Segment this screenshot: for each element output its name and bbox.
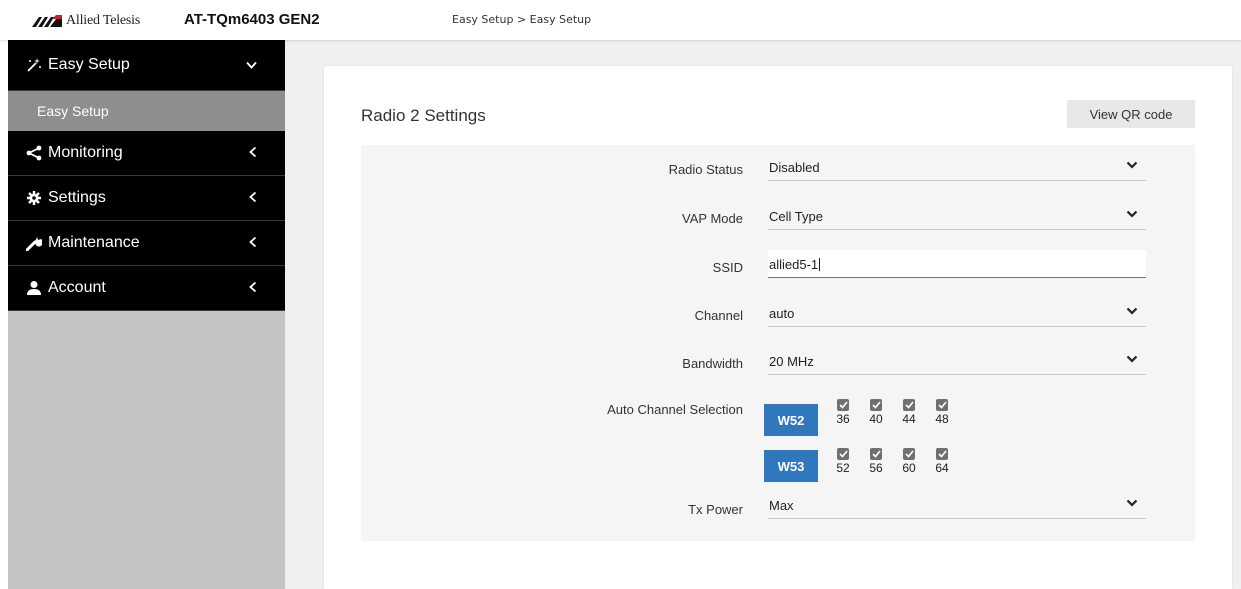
sidebar-item-label: Easy Setup — [48, 56, 130, 73]
channel-60-checkbox[interactable]: 60 — [899, 448, 919, 475]
channel-number: 52 — [836, 461, 850, 475]
radio-settings-card: Radio 2 Settings View QR code Radio Stat… — [324, 66, 1232, 589]
brand-logo: Allied Telesis — [32, 13, 140, 29]
radio-status-value: Disabled — [769, 160, 820, 175]
channel-number: 48 — [935, 412, 949, 426]
vap-mode-select[interactable]: Cell Type — [768, 202, 1146, 230]
channel-36-checkbox[interactable]: 36 — [833, 399, 853, 426]
checkbox-checked-icon — [837, 399, 849, 411]
tx-power-value: Max — [769, 498, 794, 513]
w53-button[interactable]: W53 — [764, 450, 818, 482]
chevron-down-icon — [1126, 355, 1138, 363]
vap-mode-label: VAP Mode — [682, 211, 743, 226]
page-title: Radio 2 Settings — [361, 106, 486, 125]
settings-form: Radio Status Disabled VAP Mode Cell Type… — [361, 145, 1195, 541]
channel-number: 56 — [869, 461, 883, 475]
device-model: AT-TQm6403 GEN2 — [184, 11, 320, 28]
checkbox-checked-icon — [903, 448, 915, 460]
wrench-icon — [26, 235, 42, 251]
channel-44-checkbox[interactable]: 44 — [899, 399, 919, 426]
chevron-down-icon — [1126, 210, 1138, 218]
checkbox-checked-icon — [936, 448, 948, 460]
chevron-down-icon — [1126, 161, 1138, 169]
checkbox-checked-icon — [837, 448, 849, 460]
chevron-left-icon — [249, 146, 257, 161]
channel-number: 40 — [869, 412, 883, 426]
bandwidth-value: 20 MHz — [769, 354, 814, 369]
channel-56-checkbox[interactable]: 56 — [866, 448, 886, 475]
channel-64-checkbox[interactable]: 64 — [932, 448, 952, 475]
chevron-left-icon — [249, 281, 257, 296]
breadcrumb: Easy Setup > Easy Setup — [452, 13, 592, 26]
allied-telesis-logo-icon — [32, 15, 62, 27]
channel-40-checkbox[interactable]: 40 — [866, 399, 886, 426]
sidebar-item-easy-setup[interactable]: Easy Setup — [8, 40, 285, 91]
sidebar-item-label: Maintenance — [48, 234, 140, 251]
tx-power-label: Tx Power — [688, 502, 743, 517]
gear-icon — [26, 190, 42, 206]
sidebar-item-label: Settings — [48, 189, 106, 206]
view-qr-code-button[interactable]: View QR code — [1067, 100, 1195, 128]
sidebar-item-monitoring[interactable]: Monitoring — [8, 131, 285, 176]
channel-number: 36 — [836, 412, 850, 426]
chevron-down-icon — [1126, 307, 1138, 315]
sidebar-item-label: Account — [48, 279, 106, 296]
channel-48-checkbox[interactable]: 48 — [932, 399, 952, 426]
tx-power-select[interactable]: Max — [768, 491, 1146, 519]
checkbox-checked-icon — [936, 399, 948, 411]
sidebar-subitem-easy-setup[interactable]: Easy Setup — [8, 91, 285, 131]
radio-status-label: Radio Status — [668, 162, 743, 177]
share-icon — [26, 145, 42, 161]
checkbox-checked-icon — [870, 399, 882, 411]
top-bar: Allied Telesis AT-TQm6403 GEN2 Easy Setu… — [0, 0, 1241, 40]
chevron-down-icon — [1126, 499, 1138, 507]
bandwidth-select[interactable]: 20 MHz — [768, 347, 1146, 375]
sidebar-item-maintenance[interactable]: Maintenance — [8, 221, 285, 266]
radio-status-select[interactable]: Disabled — [768, 153, 1146, 181]
sidebar-item-account[interactable]: Account — [8, 266, 285, 311]
sidebar-item-label: Monitoring — [48, 144, 123, 161]
channel-number: 64 — [935, 461, 949, 475]
chevron-down-icon — [246, 58, 257, 73]
channel-select[interactable]: auto — [768, 299, 1146, 327]
magic-wand-icon — [26, 57, 42, 73]
bandwidth-label: Bandwidth — [682, 356, 743, 371]
user-icon — [26, 280, 42, 296]
chevron-left-icon — [249, 191, 257, 206]
chevron-left-icon — [249, 236, 257, 251]
channel-label: Channel — [694, 308, 743, 323]
ssid-input[interactable]: allied5-1 — [768, 250, 1146, 278]
channel-number: 60 — [902, 461, 916, 475]
brand-name: Allied Telesis — [66, 13, 141, 28]
checkbox-checked-icon — [870, 448, 882, 460]
vap-mode-value: Cell Type — [769, 209, 823, 224]
auto-channel-label: Auto Channel Selection — [607, 402, 743, 417]
ssid-value: allied5-1 — [769, 257, 819, 272]
sidebar-item-settings[interactable]: Settings — [8, 176, 285, 221]
ssid-label: SSID — [712, 260, 743, 275]
channel-number: 44 — [902, 412, 916, 426]
w52-button[interactable]: W52 — [764, 404, 818, 436]
checkbox-checked-icon — [903, 399, 915, 411]
text-cursor — [819, 258, 821, 271]
channel-value: auto — [769, 306, 795, 321]
sidebar: Easy Setup Easy Setup Monitoring Setting… — [8, 40, 285, 589]
channel-52-checkbox[interactable]: 52 — [833, 448, 853, 475]
